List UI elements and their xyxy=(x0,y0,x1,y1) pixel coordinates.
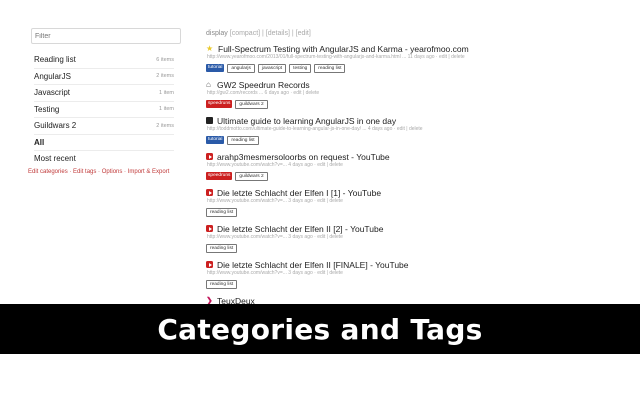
bookmark-title-row: Die letzte Schlacht der Elfen I [1] - Yo… xyxy=(206,187,566,198)
bookmark-title-row: ★ Full-Spectrum Testing with AngularJS an… xyxy=(206,43,566,54)
youtube-icon xyxy=(206,261,213,268)
category-label: Guildwars 2 xyxy=(34,121,77,131)
filter-input[interactable] xyxy=(31,28,181,44)
bookmark-title-link[interactable]: Die letzte Schlacht der Elfen II [2] - Y… xyxy=(217,224,383,234)
bookmark-meta[interactable]: http://www.yearofmoo.com/2013/01/full-sp… xyxy=(207,54,566,61)
bookmark-title-row: ⌂ GW2 Speedrun Records xyxy=(206,79,566,90)
site-icon xyxy=(206,117,213,124)
tag-chip[interactable]: reading list xyxy=(314,64,346,73)
banner-caption: Categories and Tags xyxy=(0,304,640,354)
bookmark-entry: ★ Full-Spectrum Testing with AngularJS an… xyxy=(206,43,566,73)
category-all[interactable]: All xyxy=(34,135,174,151)
home-icon: ⌂ xyxy=(206,80,211,89)
category-count: 2 items xyxy=(156,73,174,80)
star-icon: ★ xyxy=(206,44,214,53)
bookmark-title-link[interactable]: Ultimate guide to learning AngularJS in … xyxy=(217,116,396,126)
bookmark-tags: reading list xyxy=(206,280,566,289)
category-label: Testing xyxy=(34,104,60,114)
bookmark-title-link[interactable]: Die letzte Schlacht der Elfen I [1] - Yo… xyxy=(217,188,381,198)
tag-chip[interactable]: javascript xyxy=(257,64,287,73)
bookmark-entry: Die letzte Schlacht der Elfen I [1] - Yo… xyxy=(206,187,566,217)
display-options: display [compact] | [details] | [edit] xyxy=(206,30,566,37)
bookmark-meta[interactable]: http://www.youtube.com/watch?v=... 3 day… xyxy=(207,234,566,241)
category-label: Most recent xyxy=(34,154,76,164)
category-most-recent[interactable]: Most recent xyxy=(34,151,174,167)
bookmark-title-link[interactable]: arahp3mesmersoloorbs on request - YouTub… xyxy=(217,152,390,162)
bookmark-tags: reading list xyxy=(206,244,566,253)
bookmark-title-row: Ultimate guide to learning AngularJS in … xyxy=(206,115,566,126)
category-badge[interactable]: speedruns xyxy=(206,100,233,108)
bookmark-meta[interactable]: http://toddmotto.com/ultimate-guide-to-l… xyxy=(207,126,566,133)
youtube-icon xyxy=(206,153,213,160)
bookmark-list: display [compact] | [details] | [edit] ★… xyxy=(206,30,566,325)
sidebar-links[interactable]: Edit categories · Edit tags · Options · … xyxy=(28,169,176,175)
bookmark-meta[interactable]: http://gw2.com/records ... 6 days ago · … xyxy=(207,90,566,97)
category-count: 6 items xyxy=(156,56,174,63)
tag-chip[interactable]: reading list xyxy=(206,244,238,253)
category-angularjs[interactable]: AngularJS 2 items xyxy=(34,69,174,85)
tag-chip[interactable]: testing xyxy=(289,64,312,73)
bookmark-title-row: Die letzte Schlacht der Elfen II [2] - Y… xyxy=(206,223,566,234)
category-badge[interactable]: speedruns xyxy=(206,172,233,180)
tag-chip[interactable]: reading list xyxy=(206,280,238,289)
bookmark-title-link[interactable]: GW2 Speedrun Records xyxy=(217,80,310,90)
category-label: AngularJS xyxy=(34,71,71,81)
bookmark-entry: Die letzte Schlacht der Elfen II [2] - Y… xyxy=(206,223,566,253)
bookmark-title-link[interactable]: Full-Spectrum Testing with AngularJS and… xyxy=(218,44,469,54)
tag-chip[interactable]: reading list xyxy=(206,208,238,217)
bookmark-entry: ⌂ GW2 Speedrun Records http://gw2.com/reco… xyxy=(206,79,566,109)
tag-chip[interactable]: guildwars 2 xyxy=(235,172,268,181)
bookmark-entry: Die letzte Schlacht der Elfen II [FINALE… xyxy=(206,259,566,289)
category-badge[interactable]: tutorial xyxy=(206,64,225,72)
bookmark-tags: speedruns guildwars 2 xyxy=(206,100,566,109)
bookmark-tags: reading list xyxy=(206,208,566,217)
category-reading-list[interactable]: Reading list 6 items xyxy=(34,52,174,69)
category-testing[interactable]: Testing 1 item xyxy=(34,102,174,118)
bookmark-tags: tutorial angularjs javascript testing readin… xyxy=(206,64,566,73)
category-count: 1 item xyxy=(159,106,174,113)
tag-chip[interactable]: angularjs xyxy=(227,64,255,73)
display-label: display xyxy=(206,30,228,37)
category-count: 2 items xyxy=(156,122,174,129)
bookmark-tags: tutorial reading list xyxy=(206,136,566,145)
sidebar: Reading list 6 items AngularJS 2 items J… xyxy=(28,28,181,175)
category-label: All xyxy=(34,137,45,147)
bookmark-meta[interactable]: http://www.youtube.com/watch?v=... 4 day… xyxy=(207,162,566,169)
bookmark-title-row: Die letzte Schlacht der Elfen II [FINALE… xyxy=(206,259,566,270)
bookmark-title-link[interactable]: Die letzte Schlacht der Elfen II [FINALE… xyxy=(217,260,409,270)
bookmark-tags: speedruns guildwars 2 xyxy=(206,172,566,181)
category-label: Javascript xyxy=(34,88,71,98)
tag-chip[interactable]: reading list xyxy=(227,136,259,145)
bookmark-title-row: arahp3mesmersoloorbs on request - YouTub… xyxy=(206,151,566,162)
bookmark-entry: arahp3mesmersoloorbs on request - YouTub… xyxy=(206,151,566,181)
youtube-icon xyxy=(206,189,213,196)
youtube-icon xyxy=(206,225,213,232)
bookmark-meta[interactable]: http://www.youtube.com/watch?v=... 3 day… xyxy=(207,198,566,205)
display-mode-links[interactable]: [compact] | [details] | [edit] xyxy=(230,30,311,37)
category-guildwars-2[interactable]: Guildwars 2 2 items xyxy=(34,118,174,135)
category-count: 1 item xyxy=(159,89,174,96)
category-list: Reading list 6 items AngularJS 2 items J… xyxy=(34,52,174,167)
category-label: Reading list xyxy=(34,55,76,65)
category-javascript[interactable]: Javascript 1 item xyxy=(34,85,174,102)
category-badge[interactable]: tutorial xyxy=(206,136,225,144)
tag-chip[interactable]: guildwars 2 xyxy=(235,100,268,109)
bookmark-meta[interactable]: http://www.youtube.com/watch?v=... 3 day… xyxy=(207,270,566,277)
arrow-icon: ❯ xyxy=(206,296,213,305)
bookmark-entry: Ultimate guide to learning AngularJS in … xyxy=(206,115,566,145)
